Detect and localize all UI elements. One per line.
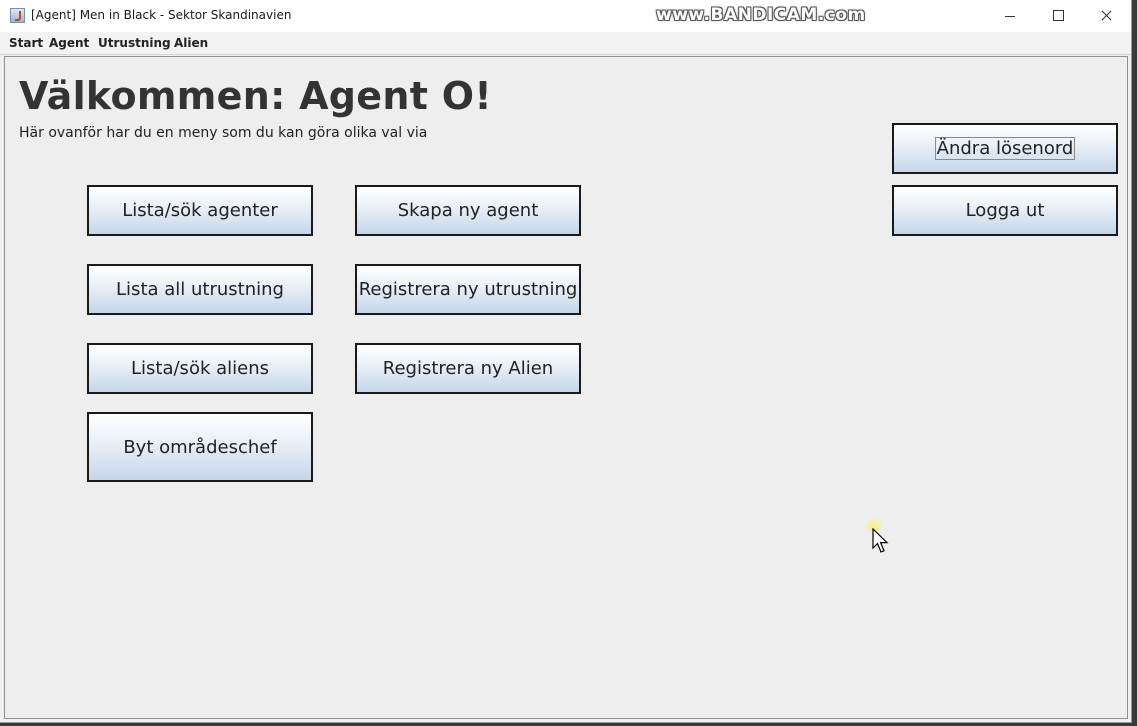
recorder-watermark: www.BANDICAM.com [656, 5, 866, 25]
window-title: [Agent] Men in Black - Sektor Skandinavi… [31, 8, 292, 22]
change-password-button[interactable]: Ändra lösenord [892, 123, 1118, 174]
change-area-chief-button[interactable]: Byt områdeschef [87, 412, 313, 482]
register-equipment-button[interactable]: Registrera ny utrustning [355, 264, 581, 315]
register-alien-button[interactable]: Registrera ny Alien [355, 343, 581, 394]
welcome-heading: Välkommen: Agent O! [19, 74, 492, 118]
app-window: [Agent] Men in Black - Sektor Skandinavi… [0, 0, 1132, 723]
menu-utrustning[interactable]: Utrustning [98, 36, 171, 50]
mouse-cursor-icon [866, 518, 896, 558]
java-cup-icon [10, 8, 25, 23]
menu-agent[interactable]: Agent [49, 36, 89, 50]
menu-alien[interactable]: Alien [174, 36, 208, 50]
menu-bar: Start Agent Utrustning Alien [0, 32, 1131, 55]
minimize-icon[interactable] [987, 0, 1033, 32]
change-password-label: Ändra lösenord [934, 137, 1076, 160]
menu-hint-text: Här ovanför har du en meny som du kan gö… [19, 125, 428, 141]
logout-button[interactable]: Logga ut [892, 185, 1118, 236]
menu-start[interactable]: Start [9, 36, 43, 50]
title-bar[interactable]: [Agent] Men in Black - Sektor Skandinavi… [0, 0, 1131, 32]
main-panel: Välkommen: Agent O! Här ovanför har du e… [4, 56, 1128, 719]
close-icon[interactable] [1083, 0, 1129, 32]
list-equipment-button[interactable]: Lista all utrustning [87, 264, 313, 315]
list-agents-button[interactable]: Lista/sök agenter [87, 185, 313, 236]
create-agent-button[interactable]: Skapa ny agent [355, 185, 581, 236]
maximize-icon[interactable] [1035, 0, 1081, 32]
list-aliens-button[interactable]: Lista/sök aliens [87, 343, 313, 394]
